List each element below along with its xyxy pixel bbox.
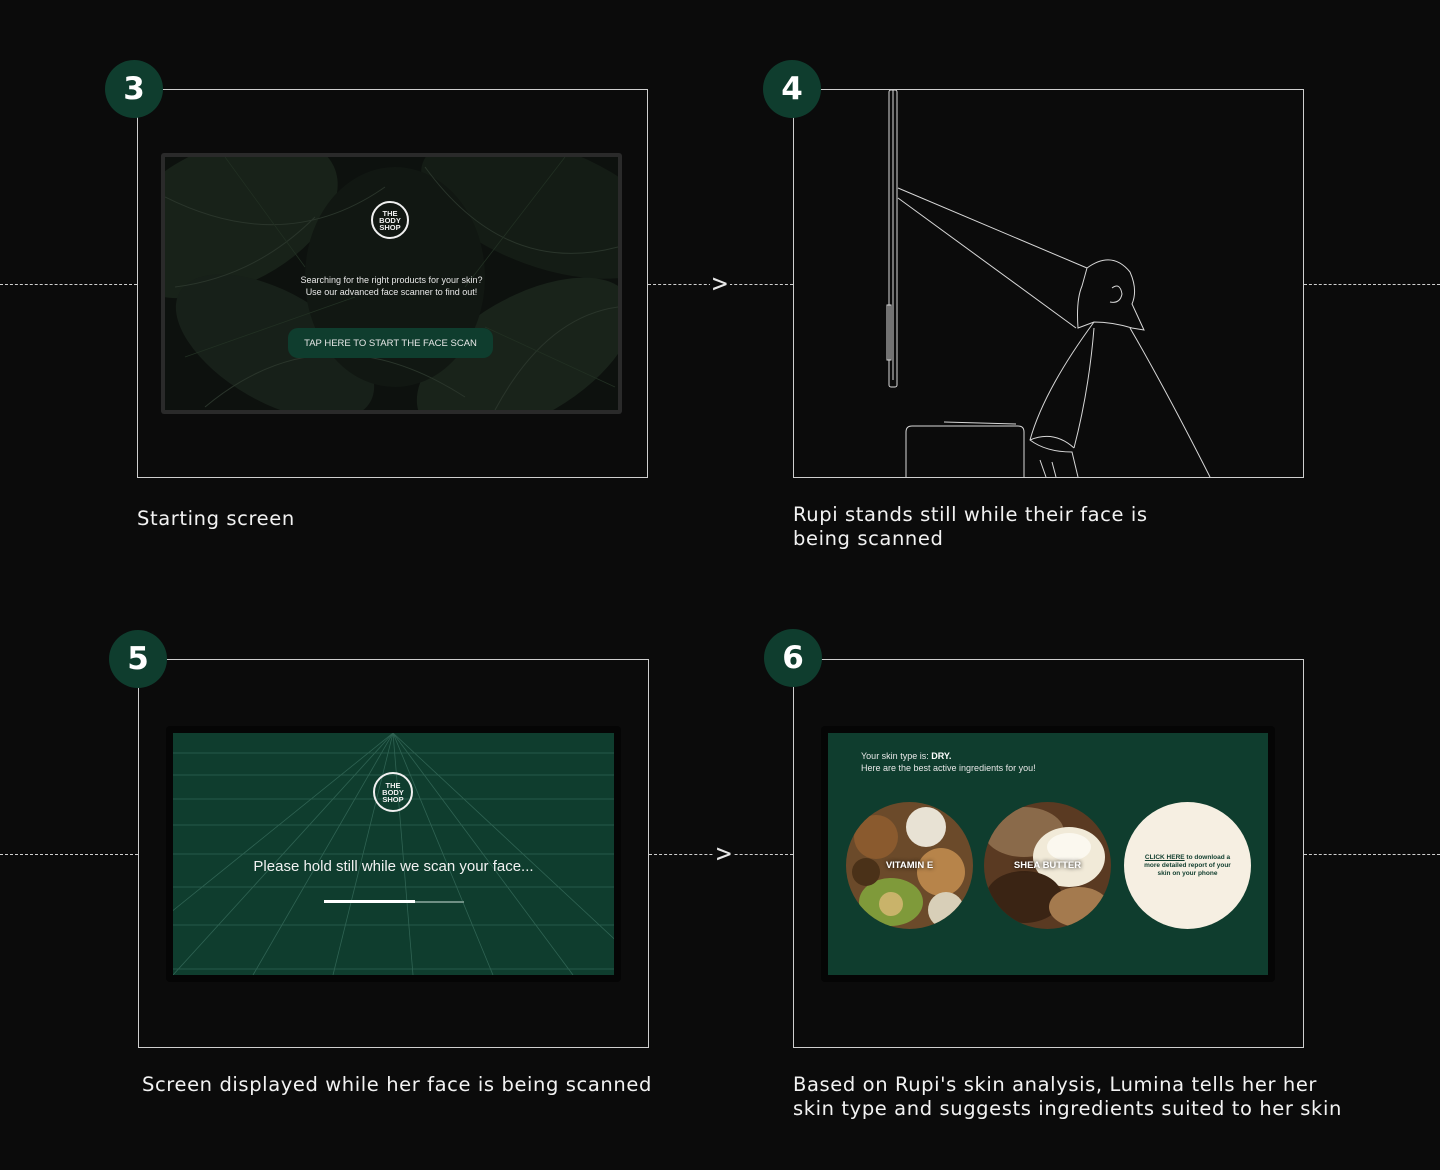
arrow-right-icon: > [710,269,730,299]
download-report-cta[interactable]: CLICK HERE to download a more detailed r… [1124,802,1251,929]
step-4-caption-line-2: being scanned [793,527,944,550]
connector-dashed-left-1 [0,284,137,285]
brand-logo-text: SHOP [382,794,404,804]
results-screen: Your skin type is: DRY. Here are the bes… [828,733,1268,975]
brand-logo-text: SHOP [379,222,401,232]
arrow-right-icon: > [714,839,734,869]
ingredient-vitamin-e[interactable]: VITAMIN E [846,802,973,929]
download-report-text: CLICK HERE to download a more detailed r… [1144,854,1232,878]
scan-progress-fill [324,900,415,903]
results-screen-device: Your skin type is: DRY. Here are the bes… [821,726,1275,982]
step-badge-5: 5 [109,630,167,688]
connector-dashed-right-1 [1304,284,1440,285]
step-badge-6: 6 [764,629,822,687]
start-screen: THE BODY SHOP Searching for the right pr… [165,157,618,410]
skin-type-header: Your skin type is: DRY. Here are the bes… [861,751,1036,774]
skin-type-value: DRY. [931,751,952,761]
click-here-link[interactable]: CLICK HERE [1145,854,1185,861]
scan-screen-device: THE BODY SHOP Please hold still while we… [166,726,621,982]
start-screen-device: THE BODY SHOP Searching for the right pr… [161,153,622,414]
step-6-caption-line-1: Based on Rupi's skin analysis, Lumina te… [793,1073,1318,1096]
ingredient-label: VITAMIN E [885,860,934,871]
start-screen-line-2: Use our advanced face scanner to find ou… [305,286,478,297]
brand-logo: THE BODY SHOP [373,772,413,812]
skin-type-prefix: Your skin type is: [861,751,932,761]
start-screen-line-1: Searching for the right products for you… [300,275,483,285]
step-4-caption: Rupi stands still while their face is be… [793,503,1148,551]
connector-dashed-right-2 [1304,854,1440,855]
step-6-caption: Based on Rupi's skin analysis, Lumina te… [793,1073,1342,1121]
start-screen-message: Searching for the right products for you… [165,275,618,298]
step-6-caption-line-2: skin type and suggests ingredients suite… [793,1097,1342,1120]
step-3-caption: Starting screen [137,507,295,530]
step-badge-3: 3 [105,60,163,118]
scan-progress-bar [324,900,464,903]
start-face-scan-button[interactable]: TAP HERE TO START THE FACE SCAN [288,328,493,358]
scan-message: Please hold still while we scan your fac… [253,858,534,875]
skin-type-line: Your skin type is: DRY. [861,751,1036,763]
connector-dashed-left-2 [0,854,138,855]
ingredient-shea-butter[interactable]: SHEA BUTTER [984,802,1111,929]
scan-screen: THE BODY SHOP Please hold still while we… [173,733,614,975]
step-5-caption: Screen displayed while her face is being… [142,1073,652,1096]
person-being-scanned-illustration [886,90,1211,477]
step-badge-4: 4 [763,60,821,118]
step-4-caption-line-1: Rupi stands still while their face is [793,503,1148,526]
brand-logo: THE BODY SHOP [371,201,409,239]
ingredients-intro: Here are the best active ingredients for… [861,762,1036,773]
ingredient-label: SHEA BUTTER [1013,860,1082,871]
perspective-grid-background [173,733,614,975]
